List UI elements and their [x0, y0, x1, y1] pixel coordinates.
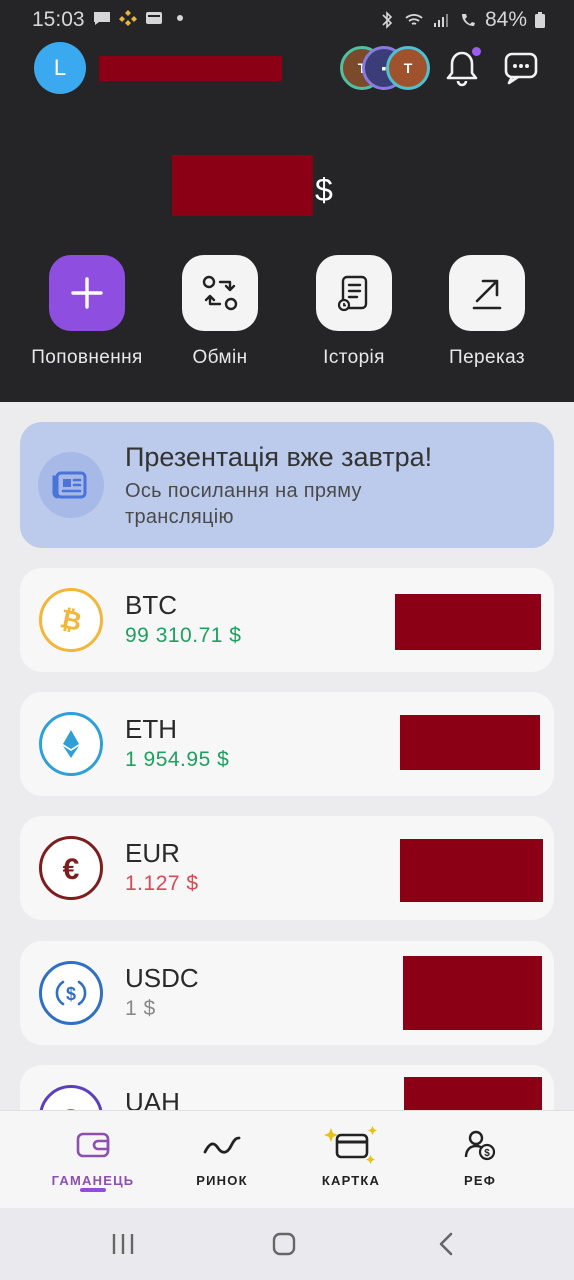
exchange-label: Обмін — [192, 347, 248, 368]
asset-price: 1 954.95 $ — [125, 748, 230, 771]
asset-price: 99 310.71 $ — [125, 624, 242, 647]
banner-subtitle: Ось посилання на пряму трансляцію — [125, 480, 362, 528]
balance-currency: $ — [315, 172, 333, 208]
banner-title: Презентація вже завтра! — [125, 442, 433, 472]
coin-icon-wrap: ₿ — [39, 588, 103, 652]
notification-icons — [92, 9, 190, 27]
redacted-amount — [400, 839, 543, 902]
nav-card-label: КАРТКА — [321, 1173, 381, 1188]
asset-row-eth[interactable]: ETH 1 954.95 $ — [20, 692, 554, 796]
nav-wallet-label: ГАМАНЕЦЬ — [51, 1173, 135, 1188]
dot-icon — [177, 15, 183, 21]
nav-market[interactable]: РИНОК — [167, 1125, 277, 1188]
banner-icon-wrap — [38, 452, 104, 518]
redacted-amount — [395, 594, 541, 650]
battery-icon — [535, 12, 545, 28]
svg-text:$: $ — [484, 1148, 490, 1159]
system-navigation-bar — [0, 1208, 574, 1280]
redacted-amount — [400, 715, 540, 770]
usdc-icon: $ — [55, 980, 87, 1006]
exchange-icon — [202, 275, 238, 311]
history-button[interactable] — [316, 255, 392, 331]
coin-icon-wrap — [39, 712, 103, 776]
bluetooth-icon — [382, 11, 393, 29]
asset-row-eur[interactable]: € EUR 1.127 $ — [20, 816, 554, 920]
call-signal-icon — [461, 14, 475, 26]
asset-symbol: BTC — [125, 590, 177, 620]
newspaper-icon — [52, 471, 87, 499]
asset-symbol: EUR — [125, 838, 180, 868]
asset-symbol: ETH — [125, 714, 177, 744]
asset-price: 1.127 $ — [125, 872, 199, 895]
asset-row-usdc[interactable]: $ USDC 1 $ — [20, 941, 554, 1045]
wifi-icon — [405, 14, 423, 25]
bitcoin-icon: ₿ — [58, 603, 85, 637]
history-label: Історія — [323, 347, 385, 368]
coin-icon-wrap: € — [39, 836, 103, 900]
exchange-action[interactable]: Обмін — [145, 255, 295, 369]
bottom-navigation: ГАМАНЕЦЬ РИНОК КАРТКА $ РЕФ — [0, 1110, 574, 1208]
euro-icon: € — [63, 853, 80, 886]
chat-icon[interactable] — [503, 50, 539, 86]
notification-dot — [472, 47, 481, 56]
ethereum-icon — [63, 730, 79, 758]
promo-story-icon[interactable]: T — [386, 46, 430, 90]
transfer-label: Переказ — [449, 347, 525, 368]
promo-banner[interactable]: Презентація вже завтра! Ось посилання на… — [20, 422, 554, 548]
asset-price: 1 $ — [125, 997, 156, 1020]
asset-row-btc[interactable]: ₿ BTC 99 310.71 $ — [20, 568, 554, 672]
signal-icon — [433, 14, 448, 27]
chat-bubble-icon — [94, 12, 110, 25]
top-up-action[interactable]: Поповнення — [12, 255, 162, 369]
transfer-arrow-icon — [472, 279, 502, 310]
history-action[interactable]: Історія — [279, 255, 429, 369]
active-tab-indicator — [80, 1188, 106, 1192]
avatar[interactable]: L — [34, 42, 86, 94]
coin-icon-wrap: $ — [39, 961, 103, 1025]
asset-symbol: USDC — [125, 963, 199, 993]
redacted-balance — [172, 155, 313, 216]
system-status: 84% — [377, 8, 546, 32]
nav-wallet[interactable]: ГАМАНЕЦЬ — [38, 1125, 148, 1188]
binance-icon — [119, 10, 137, 26]
svg-text:€: € — [63, 853, 80, 886]
avatar-letter: L — [53, 55, 67, 80]
redacted-amount — [403, 956, 542, 1030]
market-chart-icon — [203, 1136, 241, 1154]
history-icon — [337, 275, 368, 312]
top-up-button[interactable] — [49, 255, 125, 331]
exchange-button[interactable] — [182, 255, 258, 331]
nav-card[interactable]: КАРТКА — [296, 1125, 406, 1188]
back-icon[interactable] — [434, 1231, 460, 1257]
status-bar: 15:03 84% — [0, 0, 574, 40]
battery-percent: 84% — [484, 8, 527, 31]
transfer-action[interactable]: Переказ — [412, 255, 562, 369]
svg-text:₿: ₿ — [58, 603, 85, 637]
wallet-small-icon — [146, 12, 162, 24]
redacted-username — [99, 56, 282, 81]
transfer-button[interactable] — [449, 255, 525, 331]
recent-apps-icon[interactable] — [110, 1231, 136, 1257]
wallet-icon — [76, 1132, 110, 1158]
promo-stories[interactable]: T ▪ T — [340, 46, 430, 90]
svg-text:$: $ — [66, 984, 76, 1004]
top-up-label: Поповнення — [31, 347, 143, 368]
plus-icon — [71, 277, 103, 309]
referral-icon: $ — [464, 1130, 496, 1161]
card-icon — [324, 1126, 377, 1164]
nav-referral[interactable]: $ РЕФ — [425, 1125, 535, 1188]
nav-referral-label: РЕФ — [463, 1173, 497, 1188]
status-time: 15:03 — [32, 8, 85, 31]
home-icon[interactable] — [271, 1231, 297, 1257]
nav-market-label: РИНОК — [196, 1173, 248, 1188]
